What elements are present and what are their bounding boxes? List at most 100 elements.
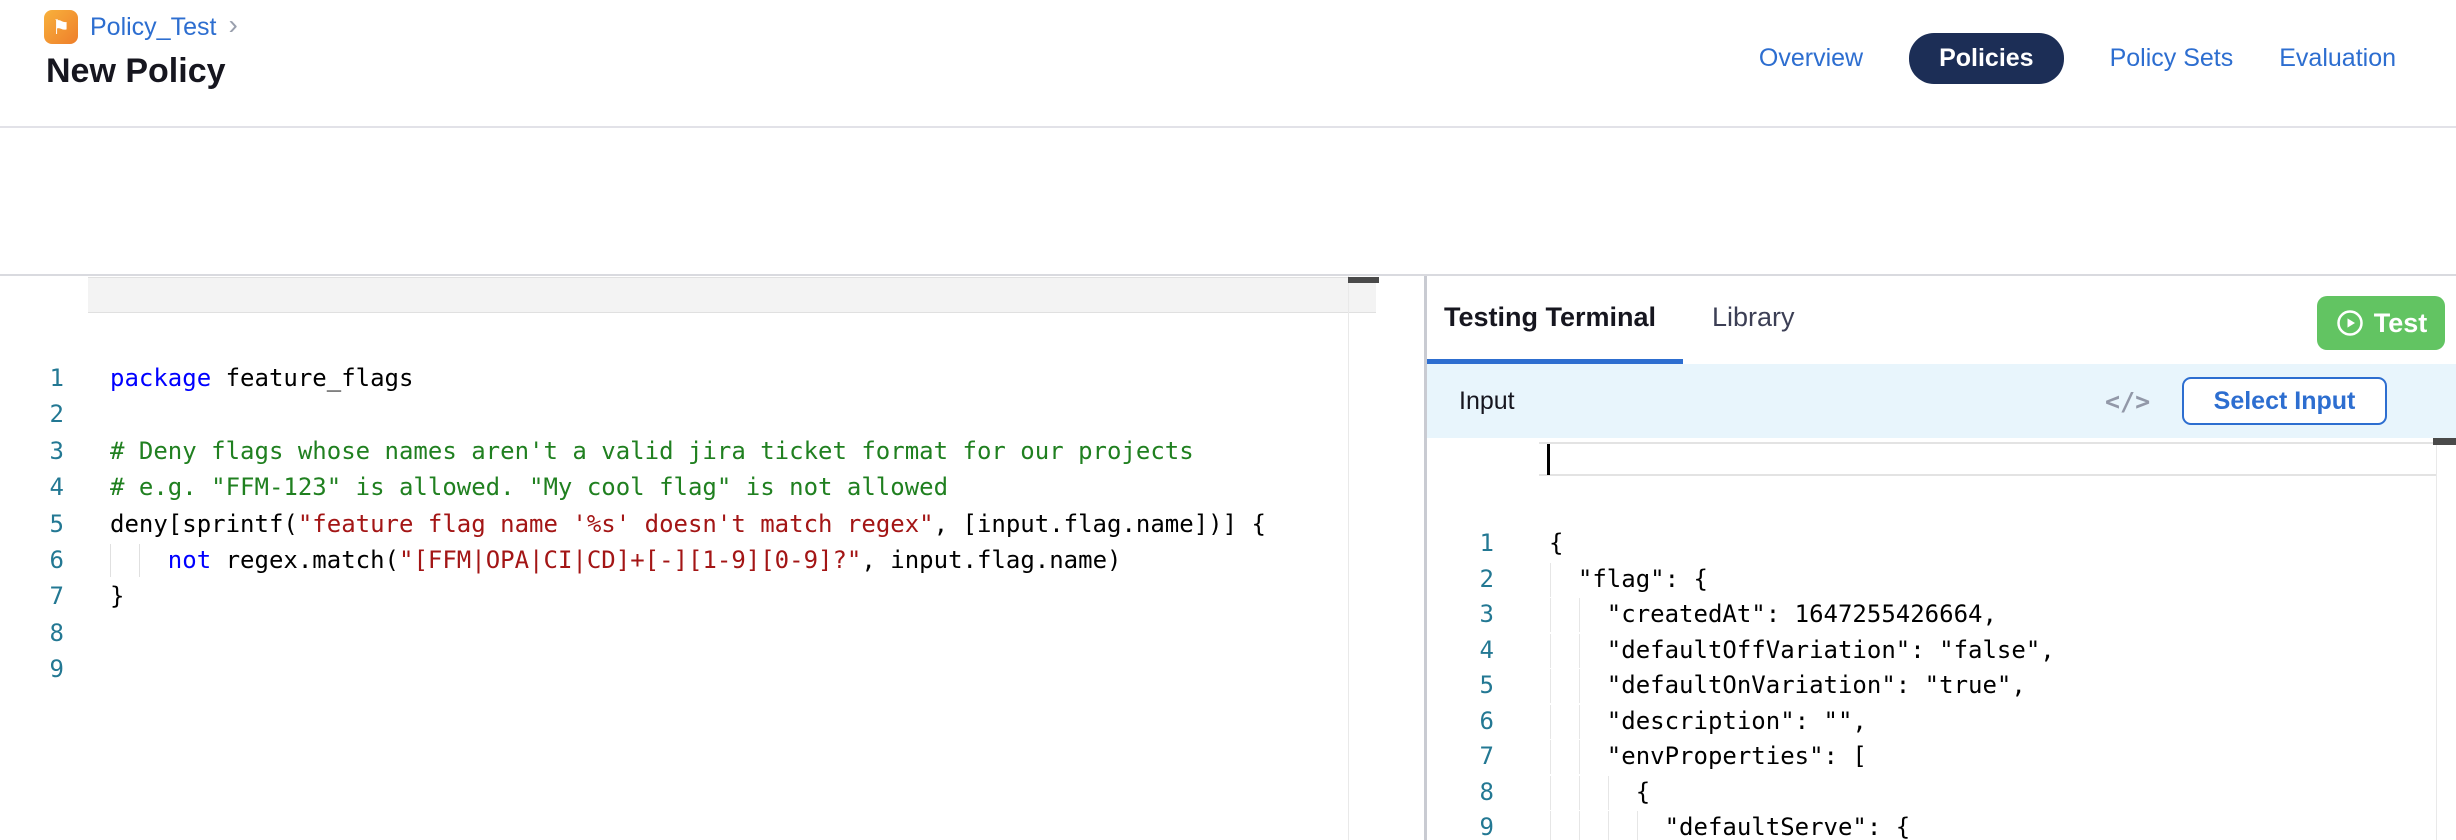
- json-line: 1{: [1427, 526, 2456, 562]
- code-line: 9: [0, 651, 1424, 687]
- indent-guide: [1579, 740, 1580, 774]
- code-line-content: deny[sprintf("feature flag name '%s' doe…: [64, 506, 1266, 542]
- nav-tab-policy-sets[interactable]: Policy Sets: [2110, 44, 2234, 73]
- indent-guide: [1550, 705, 1551, 739]
- line-number: 3: [0, 433, 64, 469]
- text-cursor: [1547, 444, 1550, 475]
- line-number: 4: [1427, 633, 1494, 669]
- indent-guide: [1550, 740, 1551, 774]
- rego-code-editor[interactable]: 1package feature_flags23# Deny flags who…: [0, 276, 1424, 840]
- indent-guide: [1637, 811, 1638, 840]
- json-line: 7 "envProperties": [: [1427, 739, 2456, 775]
- json-line-content: "flag": {: [1494, 562, 1708, 598]
- line-number: 4: [0, 469, 64, 505]
- line-number: 9: [0, 651, 64, 687]
- indent-guide: [110, 544, 111, 577]
- line-number: 1: [1427, 526, 1494, 562]
- input-label: Input: [1459, 364, 1515, 438]
- line-number: 1: [0, 360, 64, 396]
- editor-scrollbar-thumb[interactable]: [1348, 277, 1379, 283]
- indent-guide: [1550, 669, 1551, 703]
- indent-guide: [1579, 811, 1580, 840]
- chevron-right-icon: ›: [228, 11, 237, 39]
- line-number: 5: [1427, 668, 1494, 704]
- code-line-content: }: [64, 578, 124, 614]
- indent-guide: [1579, 705, 1580, 739]
- code-line-content: # Deny flags whose names aren't a valid …: [64, 433, 1194, 469]
- tab-testing-terminal[interactable]: Testing Terminal: [1444, 276, 1656, 359]
- nav-tab-overview[interactable]: Overview: [1759, 44, 1863, 73]
- json-line: 8 {: [1427, 775, 2456, 811]
- line-number: 7: [0, 578, 64, 614]
- indent-guide: [1579, 634, 1580, 668]
- code-line-content: [64, 651, 110, 687]
- indent-guide: [1550, 776, 1551, 810]
- code-line: 1package feature_flags: [0, 360, 1424, 396]
- json-line: 6 "description": "",: [1427, 704, 2456, 740]
- play-circle-icon: [2335, 308, 2365, 338]
- current-line-highlight: [1539, 442, 2437, 476]
- breadcrumb: ⚑ Policy_Test ›: [44, 10, 238, 44]
- code-line-content: # e.g. "FFM-123" is allowed. "My cool fl…: [64, 469, 948, 505]
- policy-editor-page: ⚑ Policy_Test › New Policy Overview Polic…: [0, 0, 2456, 840]
- code-line: 5deny[sprintf("feature flag name '%s' do…: [0, 506, 1424, 542]
- editor-scrollbar-thumb[interactable]: [2433, 438, 2456, 445]
- json-line: 4 "defaultOffVariation": "false",: [1427, 633, 2456, 669]
- indent-guide: [139, 544, 140, 577]
- line-number: 8: [1427, 775, 1494, 811]
- nav-tab-evaluation[interactable]: Evaluation: [2279, 44, 2396, 73]
- json-line-content: "defaultServe": {: [1494, 810, 1910, 840]
- code-line-content: package feature_flags: [64, 360, 413, 396]
- current-line-highlight: [88, 277, 1376, 313]
- json-line: 2 "flag": {: [1427, 562, 2456, 598]
- code-line: 3# Deny flags whose names aren't a valid…: [0, 433, 1424, 469]
- indent-guide: [1550, 598, 1551, 632]
- line-number: 5: [0, 506, 64, 542]
- top-nav: Overview Policies Policy Sets Evaluation: [1759, 33, 2396, 83]
- line-number: 3: [1427, 597, 1494, 633]
- nav-tab-policies[interactable]: Policies: [1909, 33, 2064, 84]
- code-line: 6 not regex.match("[FFM|OPA|CI|CD]+[-][1…: [0, 542, 1424, 578]
- select-input-button[interactable]: Select Input: [2182, 377, 2387, 425]
- tab-library[interactable]: Library: [1712, 276, 1795, 359]
- indent-guide: [1550, 563, 1551, 597]
- json-line-content: "createdAt": 1647255426664,: [1494, 597, 1997, 633]
- testing-panel: Testing Terminal Library Test Input </> …: [1427, 276, 2456, 840]
- testing-tabs-row: Testing Terminal Library Test: [1427, 276, 2456, 364]
- code-view-icon[interactable]: </>: [2105, 364, 2150, 438]
- line-number: 6: [1427, 704, 1494, 740]
- json-line: 9 "defaultServe": {: [1427, 810, 2456, 840]
- indent-guide: [1550, 634, 1551, 668]
- policy-toolbar: First_policy Save Discard: [0, 128, 2456, 274]
- indent-guide: [1550, 811, 1551, 840]
- editor-scroll-track: [1348, 276, 1349, 840]
- indent-guide: [1579, 776, 1580, 810]
- code-line: 7}: [0, 578, 1424, 614]
- json-line-content: "defaultOnVariation": "true",: [1494, 668, 2026, 704]
- json-line-content: {: [1494, 775, 1650, 811]
- input-section-header: Input </> Select Input: [1427, 364, 2456, 438]
- feature-flags-module-icon: ⚑: [44, 10, 78, 44]
- code-line-content: [64, 615, 110, 651]
- code-line: 4# e.g. "FFM-123" is allowed. "My cool f…: [0, 469, 1424, 505]
- line-number: 7: [1427, 739, 1494, 775]
- indent-guide: [1579, 669, 1580, 703]
- breadcrumb-project-link[interactable]: Policy_Test: [90, 13, 216, 42]
- json-line: 5 "defaultOnVariation": "true",: [1427, 668, 2456, 704]
- editor-scroll-track: [2436, 438, 2437, 840]
- line-number: 6: [0, 542, 64, 578]
- line-number: 9: [1427, 810, 1494, 840]
- line-number: 2: [0, 396, 64, 432]
- indent-guide: [1608, 776, 1609, 810]
- page-title: New Policy: [46, 52, 226, 91]
- line-number: 8: [0, 615, 64, 651]
- code-line: 8: [0, 615, 1424, 651]
- test-button[interactable]: Test: [2317, 296, 2445, 350]
- code-line-content: not regex.match("[FFM|OPA|CI|CD]+[-][1-9…: [64, 542, 1121, 578]
- json-line: 3 "createdAt": 1647255426664,: [1427, 597, 2456, 633]
- input-json-editor[interactable]: 1{2 "flag": {3 "createdAt": 164725542666…: [1427, 438, 2456, 840]
- line-number: 2: [1427, 562, 1494, 598]
- code-line: 2: [0, 396, 1424, 432]
- indent-guide: [1608, 811, 1609, 840]
- code-line-content: [64, 396, 110, 432]
